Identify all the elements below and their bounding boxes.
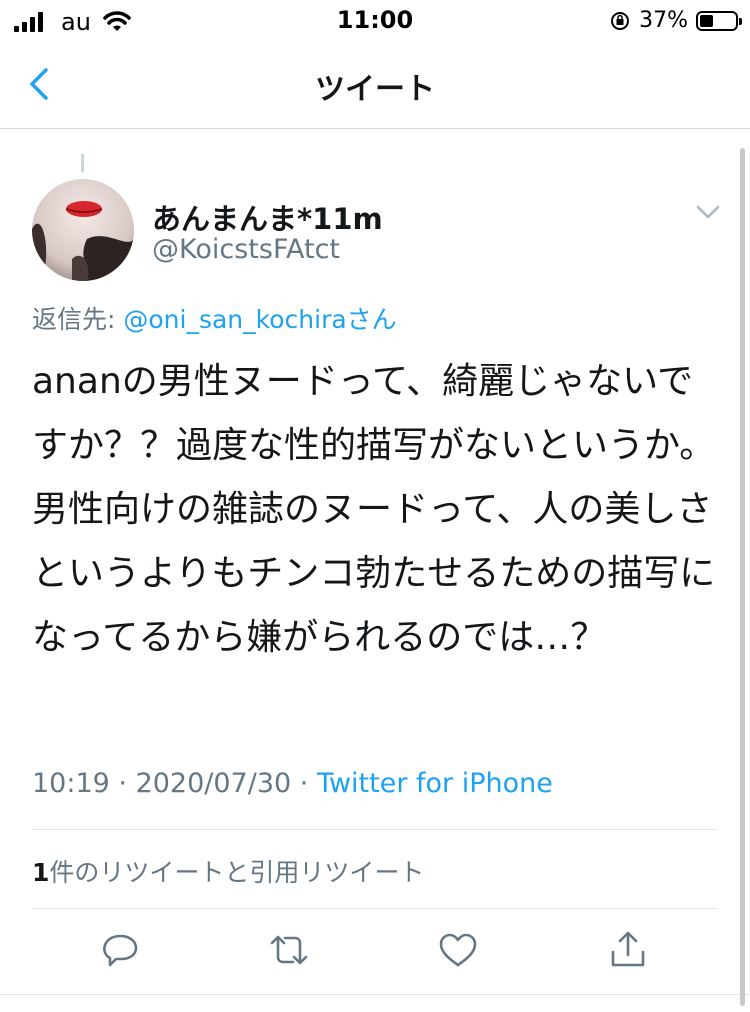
reply-to-line: 返信先: @oni_san_kochiraさん: [32, 300, 397, 336]
tweet-actions: [0, 928, 750, 976]
orientation-lock-icon: [611, 11, 630, 30]
page-title: ツイート: [315, 72, 435, 107]
status-bar-right: 37%: [609, 8, 742, 33]
tweet-meta: 10:19 · 2020/07/30 · Twitter for iPhone: [32, 768, 553, 799]
status-bar: au 11:00 37%: [0, 0, 750, 44]
reply-mention-link[interactable]: @oni_san_kochira: [123, 305, 346, 334]
divider: [32, 908, 718, 909]
display-name[interactable]: あんまんま*11m: [152, 196, 383, 238]
avatar[interactable]: [32, 179, 134, 281]
reply-mention-suffix[interactable]: さん: [347, 305, 397, 334]
navigation-bar: ツイート: [0, 44, 750, 129]
retweet-label: 件のリツイートと引用リツイート: [49, 858, 425, 887]
tweet-date: 2020/07/30: [135, 768, 292, 799]
tweet-source-link[interactable]: Twitter for iPhone: [317, 768, 553, 799]
bottom-divider: [0, 994, 750, 995]
divider: [32, 829, 718, 830]
retweet-icon[interactable]: [267, 928, 311, 972]
battery-percent: 37%: [639, 8, 688, 33]
avatar-image: [32, 179, 134, 281]
scrollbar[interactable]: [740, 148, 745, 1006]
like-icon[interactable]: [436, 928, 480, 972]
retweet-stats[interactable]: 1件のリツイートと引用リツイート: [32, 853, 424, 889]
reply-icon[interactable]: [98, 928, 142, 972]
tweet-text: ananの男性ヌードって、綺麗じゃないですか？？過度な性的描写がないというか。男…: [32, 361, 716, 658]
chevron-down-icon[interactable]: [694, 198, 722, 226]
retweet-count: 1: [32, 858, 50, 887]
share-icon[interactable]: [606, 928, 650, 972]
thread-connector-line: [81, 154, 84, 172]
reply-to-prefix: 返信先:: [32, 305, 124, 334]
user-handle[interactable]: @KoicstsFAtct: [152, 234, 340, 265]
tweet-time: 10:19: [32, 768, 110, 799]
battery-icon: [696, 10, 742, 31]
